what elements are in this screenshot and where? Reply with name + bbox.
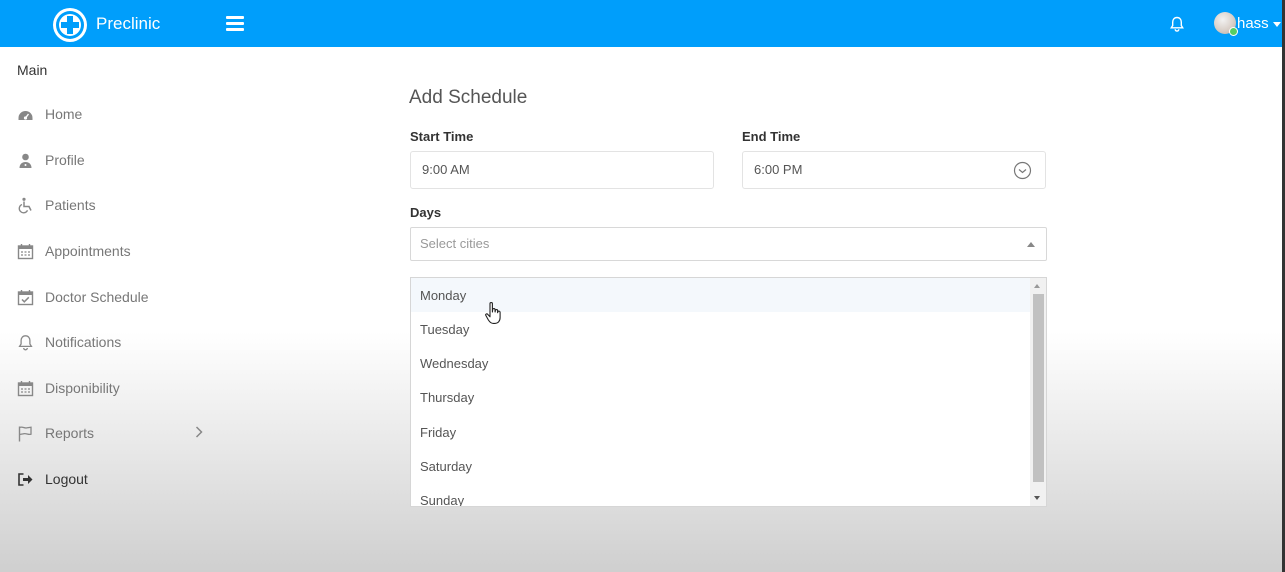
- days-label: Days: [410, 205, 442, 220]
- list-item[interactable]: Friday: [411, 415, 1030, 449]
- sidebar-item-label: Notifications: [45, 334, 122, 350]
- sidebar-section-label: Main: [17, 62, 48, 78]
- days-select-placeholder: Select cities: [420, 236, 490, 251]
- list-item[interactable]: Sunday: [411, 483, 1030, 507]
- sidebar-item-label: Home: [45, 106, 83, 122]
- list-item[interactable]: Thursday: [411, 380, 1030, 414]
- option-label: Wednesday: [420, 356, 489, 371]
- sidebar-item-patients[interactable]: Patients: [0, 185, 218, 225]
- scroll-down-icon[interactable]: [1034, 496, 1040, 500]
- bell-icon: [17, 334, 34, 351]
- sidebar-item-label: Disponibility: [45, 380, 120, 396]
- scroll-up-icon[interactable]: [1034, 284, 1040, 288]
- caret-down-icon: [1273, 22, 1281, 27]
- sidebar-item-label: Reports: [45, 425, 95, 441]
- sidebar-item-label: Profile: [45, 152, 85, 168]
- option-label: Tuesday: [420, 322, 470, 337]
- chevron-right-icon: [194, 425, 204, 444]
- sidebar-item-notifications[interactable]: Notifications: [0, 322, 218, 362]
- top-navbar: Preclinic hass: [0, 0, 1282, 47]
- sidebar-item-reports[interactable]: Reports: [0, 413, 218, 453]
- calendar-icon: [17, 380, 34, 397]
- logo-icon[interactable]: [53, 8, 87, 42]
- clock-icon[interactable]: [1013, 161, 1032, 185]
- sign-out-icon: [17, 471, 34, 488]
- menu-toggle-icon[interactable]: [226, 16, 244, 32]
- dashboard-icon: [17, 106, 34, 123]
- brand-name[interactable]: Preclinic: [96, 14, 160, 34]
- list-item[interactable]: Monday: [411, 278, 1030, 312]
- sidebar-item-doctor-schedule[interactable]: Doctor Schedule: [0, 277, 218, 317]
- option-label: Sunday: [420, 493, 465, 507]
- days-select[interactable]: Select cities: [410, 227, 1047, 261]
- sidebar-item-home[interactable]: Home: [0, 94, 218, 134]
- chevron-up-icon: [1027, 242, 1035, 247]
- option-label: Monday: [420, 288, 467, 303]
- list-item[interactable]: Wednesday: [411, 346, 1030, 380]
- end-time-label: End Time: [742, 129, 801, 144]
- flag-icon: [17, 425, 34, 442]
- notification-bell-icon[interactable]: [1169, 16, 1185, 37]
- scrollbar-thumb[interactable]: [1033, 294, 1044, 482]
- calendar-check-icon: [17, 289, 34, 306]
- start-time-label: Start Time: [410, 129, 474, 144]
- sidebar: Main Home Profile Patients Appointments …: [0, 47, 218, 572]
- calendar-icon: [17, 243, 34, 260]
- option-label: Saturday: [420, 459, 473, 474]
- list-item[interactable]: Saturday: [411, 449, 1030, 483]
- sidebar-item-label: Doctor Schedule: [45, 289, 149, 305]
- sidebar-item-profile[interactable]: Profile: [0, 140, 218, 180]
- wheelchair-icon: [17, 197, 34, 214]
- sidebar-item-appointments[interactable]: Appointments: [0, 231, 218, 271]
- sidebar-item-label: Logout: [45, 471, 88, 487]
- username: hass: [1237, 15, 1269, 32]
- option-label: Thursday: [420, 390, 475, 405]
- start-time-input[interactable]: 9:00 AM: [410, 151, 714, 189]
- page-title: Add Schedule: [409, 87, 528, 108]
- sidebar-item-label: Patients: [45, 197, 96, 213]
- sidebar-item-disponibility[interactable]: Disponibility: [0, 368, 218, 408]
- sidebar-item-label: Appointments: [45, 243, 131, 259]
- end-time-input[interactable]: 6:00 PM: [742, 151, 1046, 189]
- option-label: Friday: [420, 425, 457, 440]
- user-md-icon: [17, 152, 34, 169]
- sidebar-item-logout[interactable]: Logout: [0, 459, 218, 499]
- hand-cursor-icon: [485, 301, 503, 332]
- days-dropdown-list: Monday Tuesday Wednesday Thursday Friday…: [410, 277, 1047, 507]
- list-item[interactable]: Tuesday: [411, 312, 1030, 346]
